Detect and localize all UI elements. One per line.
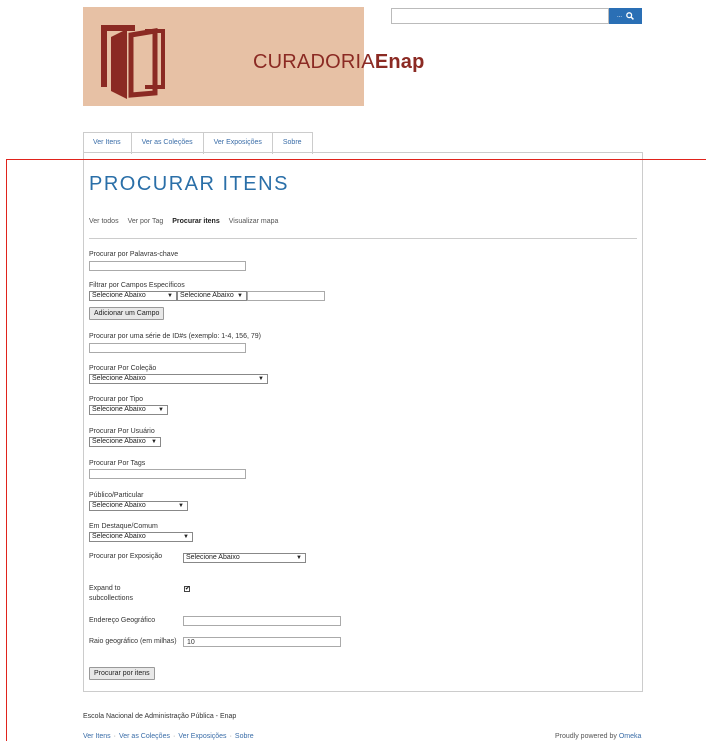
nav-ver-exposicoes[interactable]: Ver Exposições [203,133,273,154]
expand-label: Expand to subcollections [89,585,133,602]
subnav-ver-por-tag[interactable]: Ver por Tag [128,218,164,225]
tags-input[interactable] [89,469,246,479]
chevron-down-icon: ▼ [258,376,264,382]
footer-separator: · [113,733,116,740]
footer-link-ver-colecoes[interactable]: Ver as Coleções [119,733,170,740]
highlight-frame-left [6,159,7,741]
collection-label: Procurar Por Coleção [89,365,157,372]
nav-ver-colecoes[interactable]: Ver as Coleções [131,133,204,154]
chevron-down-icon: ▼ [158,407,164,413]
search-options-dots: ... [616,13,622,19]
subnav-divider [89,238,637,239]
search-items-button[interactable]: Procurar por itens [89,667,155,680]
user-select[interactable]: Selecione Abaixo ▼ [89,437,161,447]
specific-type-select[interactable]: Selecione Abaixo ▼ [177,291,247,301]
tags-label: Procurar Por Tags [89,460,146,467]
chevron-down-icon: ▼ [296,555,302,561]
chevron-down-icon: ▼ [151,439,157,445]
chevron-down-icon: ▼ [178,503,184,509]
address-input[interactable] [183,616,341,626]
search-button[interactable]: ... [609,8,642,24]
items-subnav: Ver todos Ver por Tag Procurar itens Vis… [89,218,278,225]
public-label: Público/Particular [89,492,144,499]
search-icon [626,12,634,20]
footer-link-ver-itens[interactable]: Ver Itens [83,733,111,740]
logo-text: CURADORIAEnap [253,51,425,73]
footer-separator: · [172,733,176,740]
subnav-procurar-itens[interactable]: Procurar itens [172,218,219,225]
highlight-frame-top [6,159,706,160]
radius-label: Raio geográfico (em milhas) [89,638,177,645]
page-title: PROCURAR ITENS [89,173,289,195]
featured-label: Em Destaque/Comum [89,523,158,530]
specific-field-select[interactable]: Selecione Abaixo ▼ [89,291,177,301]
exhibit-select[interactable]: Selecione Abaixo ▼ [183,553,306,563]
footer-link-sobre[interactable]: Sobre [235,733,254,740]
type-label: Procurar por Tipo [89,396,144,403]
keyword-input[interactable] [89,261,246,271]
site-logo[interactable]: CURADORIAEnap [83,7,424,106]
id-range-label: Procurar por uma série de ID#s (exemplo:… [89,333,261,340]
type-select[interactable]: Selecione Abaixo ▼ [89,405,168,415]
footer-powered-by: Proudly powered by Omeka [555,733,642,740]
chevron-down-icon: ▼ [183,534,189,540]
chevron-down-icon: ▼ [167,293,173,299]
keyword-label: Procurar por Palavras-chave [89,251,179,258]
search-input[interactable] [391,8,609,24]
footer-nav: Ver Itens · Ver as Coleções · Ver Exposições… [83,733,254,740]
add-field-button[interactable]: Adicionar um Campo [89,307,165,320]
subnav-visualizar-mapa[interactable]: Visualizar mapa [229,218,279,225]
nav-sobre[interactable]: Sobre [272,133,313,154]
user-label: Procurar Por Usuário [89,428,155,435]
content-box [83,152,643,692]
nav-ver-itens[interactable]: Ver Itens [84,133,132,154]
footer-link-ver-exposicoes[interactable]: Ver Exposições [178,733,226,740]
footer-separator: · [229,733,232,740]
collection-select[interactable]: Selecione Abaixo ▼ [89,374,268,384]
subnav-ver-todos[interactable]: Ver todos [89,218,119,225]
address-label: Endereço Geográfico [89,617,156,624]
specific-fields-label: Filtrar por Campos Específicos [89,282,185,289]
chevron-down-icon: ▼ [237,293,243,299]
main-nav: Ver Itens Ver as Coleções Ver Exposições… [83,132,313,154]
omeka-link[interactable]: Omeka [619,733,642,740]
specific-value-input[interactable] [247,291,325,301]
exhibit-label: Procurar por Exposição [89,553,163,560]
check-icon: ✔ [185,586,191,592]
id-range-input[interactable] [89,343,246,353]
footer-org: Escola Nacional de Administração Pública… [83,713,237,720]
radius-input[interactable] [183,637,341,647]
public-select[interactable]: Selecione Abaixo ▼ [89,501,188,511]
featured-select[interactable]: Selecione Abaixo ▼ [89,532,193,542]
expand-checkbox[interactable]: ✔ [184,586,190,592]
